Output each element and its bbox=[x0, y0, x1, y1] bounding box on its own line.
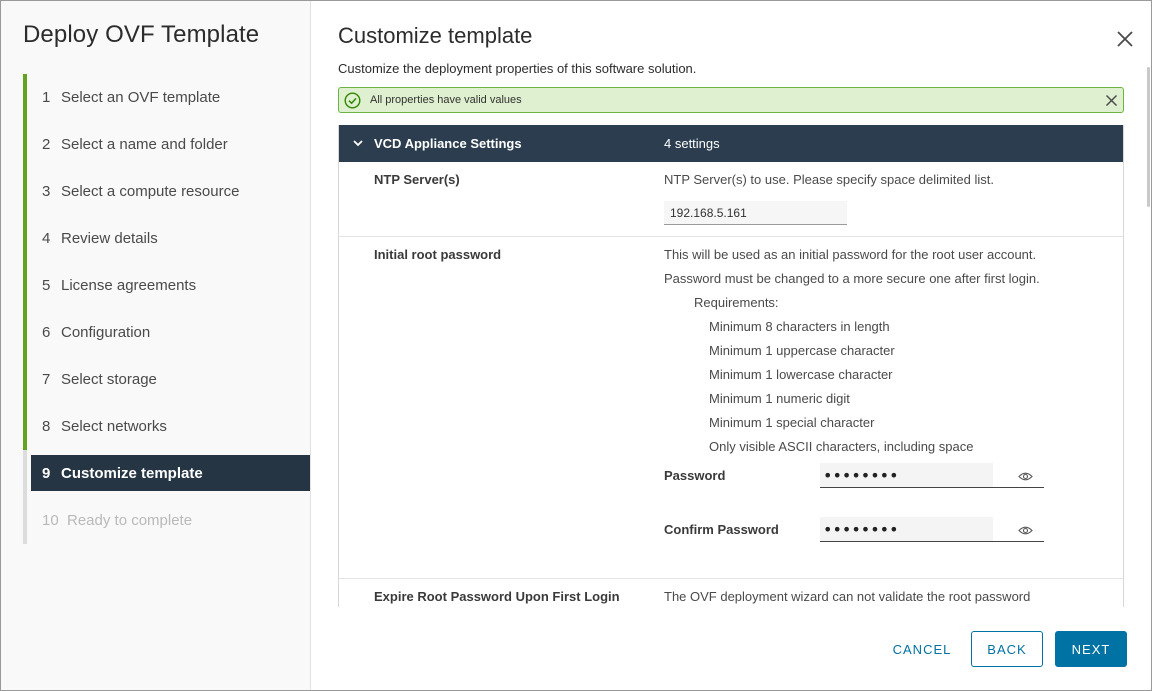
ntp-server-input[interactable] bbox=[664, 201, 847, 225]
step-progress-bar bbox=[23, 309, 27, 356]
step-label: Select a compute resource bbox=[61, 183, 240, 200]
wizard-step-3[interactable]: 3 Select a compute resource bbox=[23, 168, 311, 215]
requirement-item: Minimum 1 uppercase character bbox=[709, 343, 895, 358]
wizard-title: Deploy OVF Template bbox=[23, 21, 260, 48]
wizard-footer: CANCEL BACK NEXT bbox=[312, 631, 1151, 667]
next-button[interactable]: NEXT bbox=[1055, 631, 1127, 667]
expire-root-password-description: The OVF deployment wizard can not valida… bbox=[664, 589, 1031, 604]
root-password-description-1: This will be used as an initial password… bbox=[664, 247, 1037, 262]
step-label: Ready to complete bbox=[67, 512, 193, 529]
step-progress-bar bbox=[23, 356, 27, 403]
wizard-step-10: 10 Ready to complete bbox=[23, 497, 311, 544]
step-number: 9 bbox=[42, 464, 51, 482]
show-password-eye-icon[interactable] bbox=[1018, 471, 1033, 482]
step-label: Select networks bbox=[61, 418, 167, 435]
check-circle-icon bbox=[344, 92, 361, 109]
wizard-step-8[interactable]: 8 Select networks bbox=[23, 403, 311, 450]
group-count: 4 settings bbox=[664, 136, 720, 151]
wizard-sidebar: Deploy OVF Template 1 Select an OVF templ… bbox=[1, 1, 311, 690]
step-label: License agreements bbox=[61, 277, 197, 294]
step-progress-bar bbox=[23, 168, 27, 215]
page-title: Customize template bbox=[338, 23, 533, 48]
requirement-item: Minimum 1 special character bbox=[709, 415, 875, 430]
step-progress-bar bbox=[23, 215, 27, 262]
step-label: Customize template bbox=[61, 464, 203, 482]
step-number: 7 bbox=[42, 371, 51, 388]
password-input[interactable] bbox=[820, 463, 993, 487]
step-number: 1 bbox=[42, 89, 51, 106]
password-label: Password bbox=[664, 468, 726, 483]
wizard-step-4[interactable]: 4 Review details bbox=[23, 215, 311, 262]
root-password-description-2: Password must be changed to a more secur… bbox=[664, 271, 1040, 286]
step-number: 8 bbox=[42, 418, 51, 435]
step-number: 4 bbox=[42, 230, 51, 247]
wizard-step-9-active[interactable]: 9 Customize template bbox=[31, 455, 310, 491]
properties-panel[interactable]: VCD Appliance Settings 4 settings NTP Se… bbox=[338, 125, 1124, 607]
wizard-steps: 1 Select an OVF template 2 Select a name a… bbox=[23, 74, 311, 544]
requirement-item: Minimum 1 lowercase character bbox=[709, 367, 893, 382]
step-number: 2 bbox=[42, 136, 51, 153]
show-password-eye-icon[interactable] bbox=[1018, 525, 1033, 536]
row-divider bbox=[339, 236, 1123, 237]
group-name: VCD Appliance Settings bbox=[374, 136, 522, 151]
wizard-step-2[interactable]: 2 Select a name and folder bbox=[23, 121, 311, 168]
password-field bbox=[820, 463, 1044, 488]
scrollbar-thumb[interactable] bbox=[1147, 67, 1150, 207]
confirm-password-input[interactable] bbox=[820, 517, 993, 541]
close-icon bbox=[1117, 31, 1133, 47]
page-subtitle: Customize the deployment properties of t… bbox=[338, 61, 697, 76]
requirement-item: Minimum 8 characters in length bbox=[709, 319, 890, 334]
step-label: Configuration bbox=[61, 324, 151, 341]
ntp-description: NTP Server(s) to use. Please specify spa… bbox=[664, 172, 994, 187]
step-number: 3 bbox=[42, 183, 51, 200]
step-progress-bar bbox=[23, 403, 27, 450]
step-number: 10 bbox=[42, 512, 59, 529]
step-label: Select a name and folder bbox=[61, 136, 228, 153]
confirm-password-field bbox=[820, 517, 1044, 542]
step-number: 5 bbox=[42, 277, 51, 294]
confirm-password-label: Confirm Password bbox=[664, 522, 779, 537]
step-number: 6 bbox=[42, 324, 51, 341]
step-label: Select an OVF template bbox=[61, 89, 221, 106]
requirement-item: Minimum 1 numeric digit bbox=[709, 391, 850, 406]
back-button[interactable]: BACK bbox=[971, 631, 1043, 667]
chevron-down-icon bbox=[353, 140, 363, 147]
main-content: Customize template Customize the deploym… bbox=[312, 1, 1151, 690]
ntp-label: NTP Server(s) bbox=[374, 172, 460, 187]
wizard-step-6[interactable]: 6 Configuration bbox=[23, 309, 311, 356]
group-header-vcd-appliance-settings[interactable]: VCD Appliance Settings 4 settings bbox=[339, 125, 1123, 162]
wizard-step-5[interactable]: 5 License agreements bbox=[23, 262, 311, 309]
row-divider bbox=[339, 578, 1123, 579]
wizard-step-1[interactable]: 1 Select an OVF template bbox=[23, 74, 311, 121]
step-progress-bar bbox=[23, 74, 27, 121]
requirement-item: Only visible ASCII characters, including… bbox=[709, 439, 974, 454]
step-progress-bar bbox=[23, 262, 27, 309]
alert-close-icon[interactable] bbox=[1104, 93, 1119, 108]
cancel-button[interactable]: CANCEL bbox=[878, 631, 966, 667]
alert-message: All properties have valid values bbox=[370, 94, 522, 106]
wizard-step-7[interactable]: 7 Select storage bbox=[23, 356, 311, 403]
root-password-label: Initial root password bbox=[374, 247, 502, 262]
requirements-title: Requirements: bbox=[694, 295, 779, 310]
success-alert: All properties have valid values bbox=[338, 87, 1124, 113]
close-button[interactable] bbox=[1114, 28, 1136, 50]
deploy-ovf-dialog: Deploy OVF Template 1 Select an OVF templ… bbox=[0, 0, 1152, 691]
step-progress-bar-inactive bbox=[23, 450, 27, 544]
step-label: Review details bbox=[61, 230, 158, 247]
step-label: Select storage bbox=[61, 371, 157, 388]
expire-root-password-label: Expire Root Password Upon First Login bbox=[374, 589, 620, 604]
step-progress-bar bbox=[23, 121, 27, 168]
